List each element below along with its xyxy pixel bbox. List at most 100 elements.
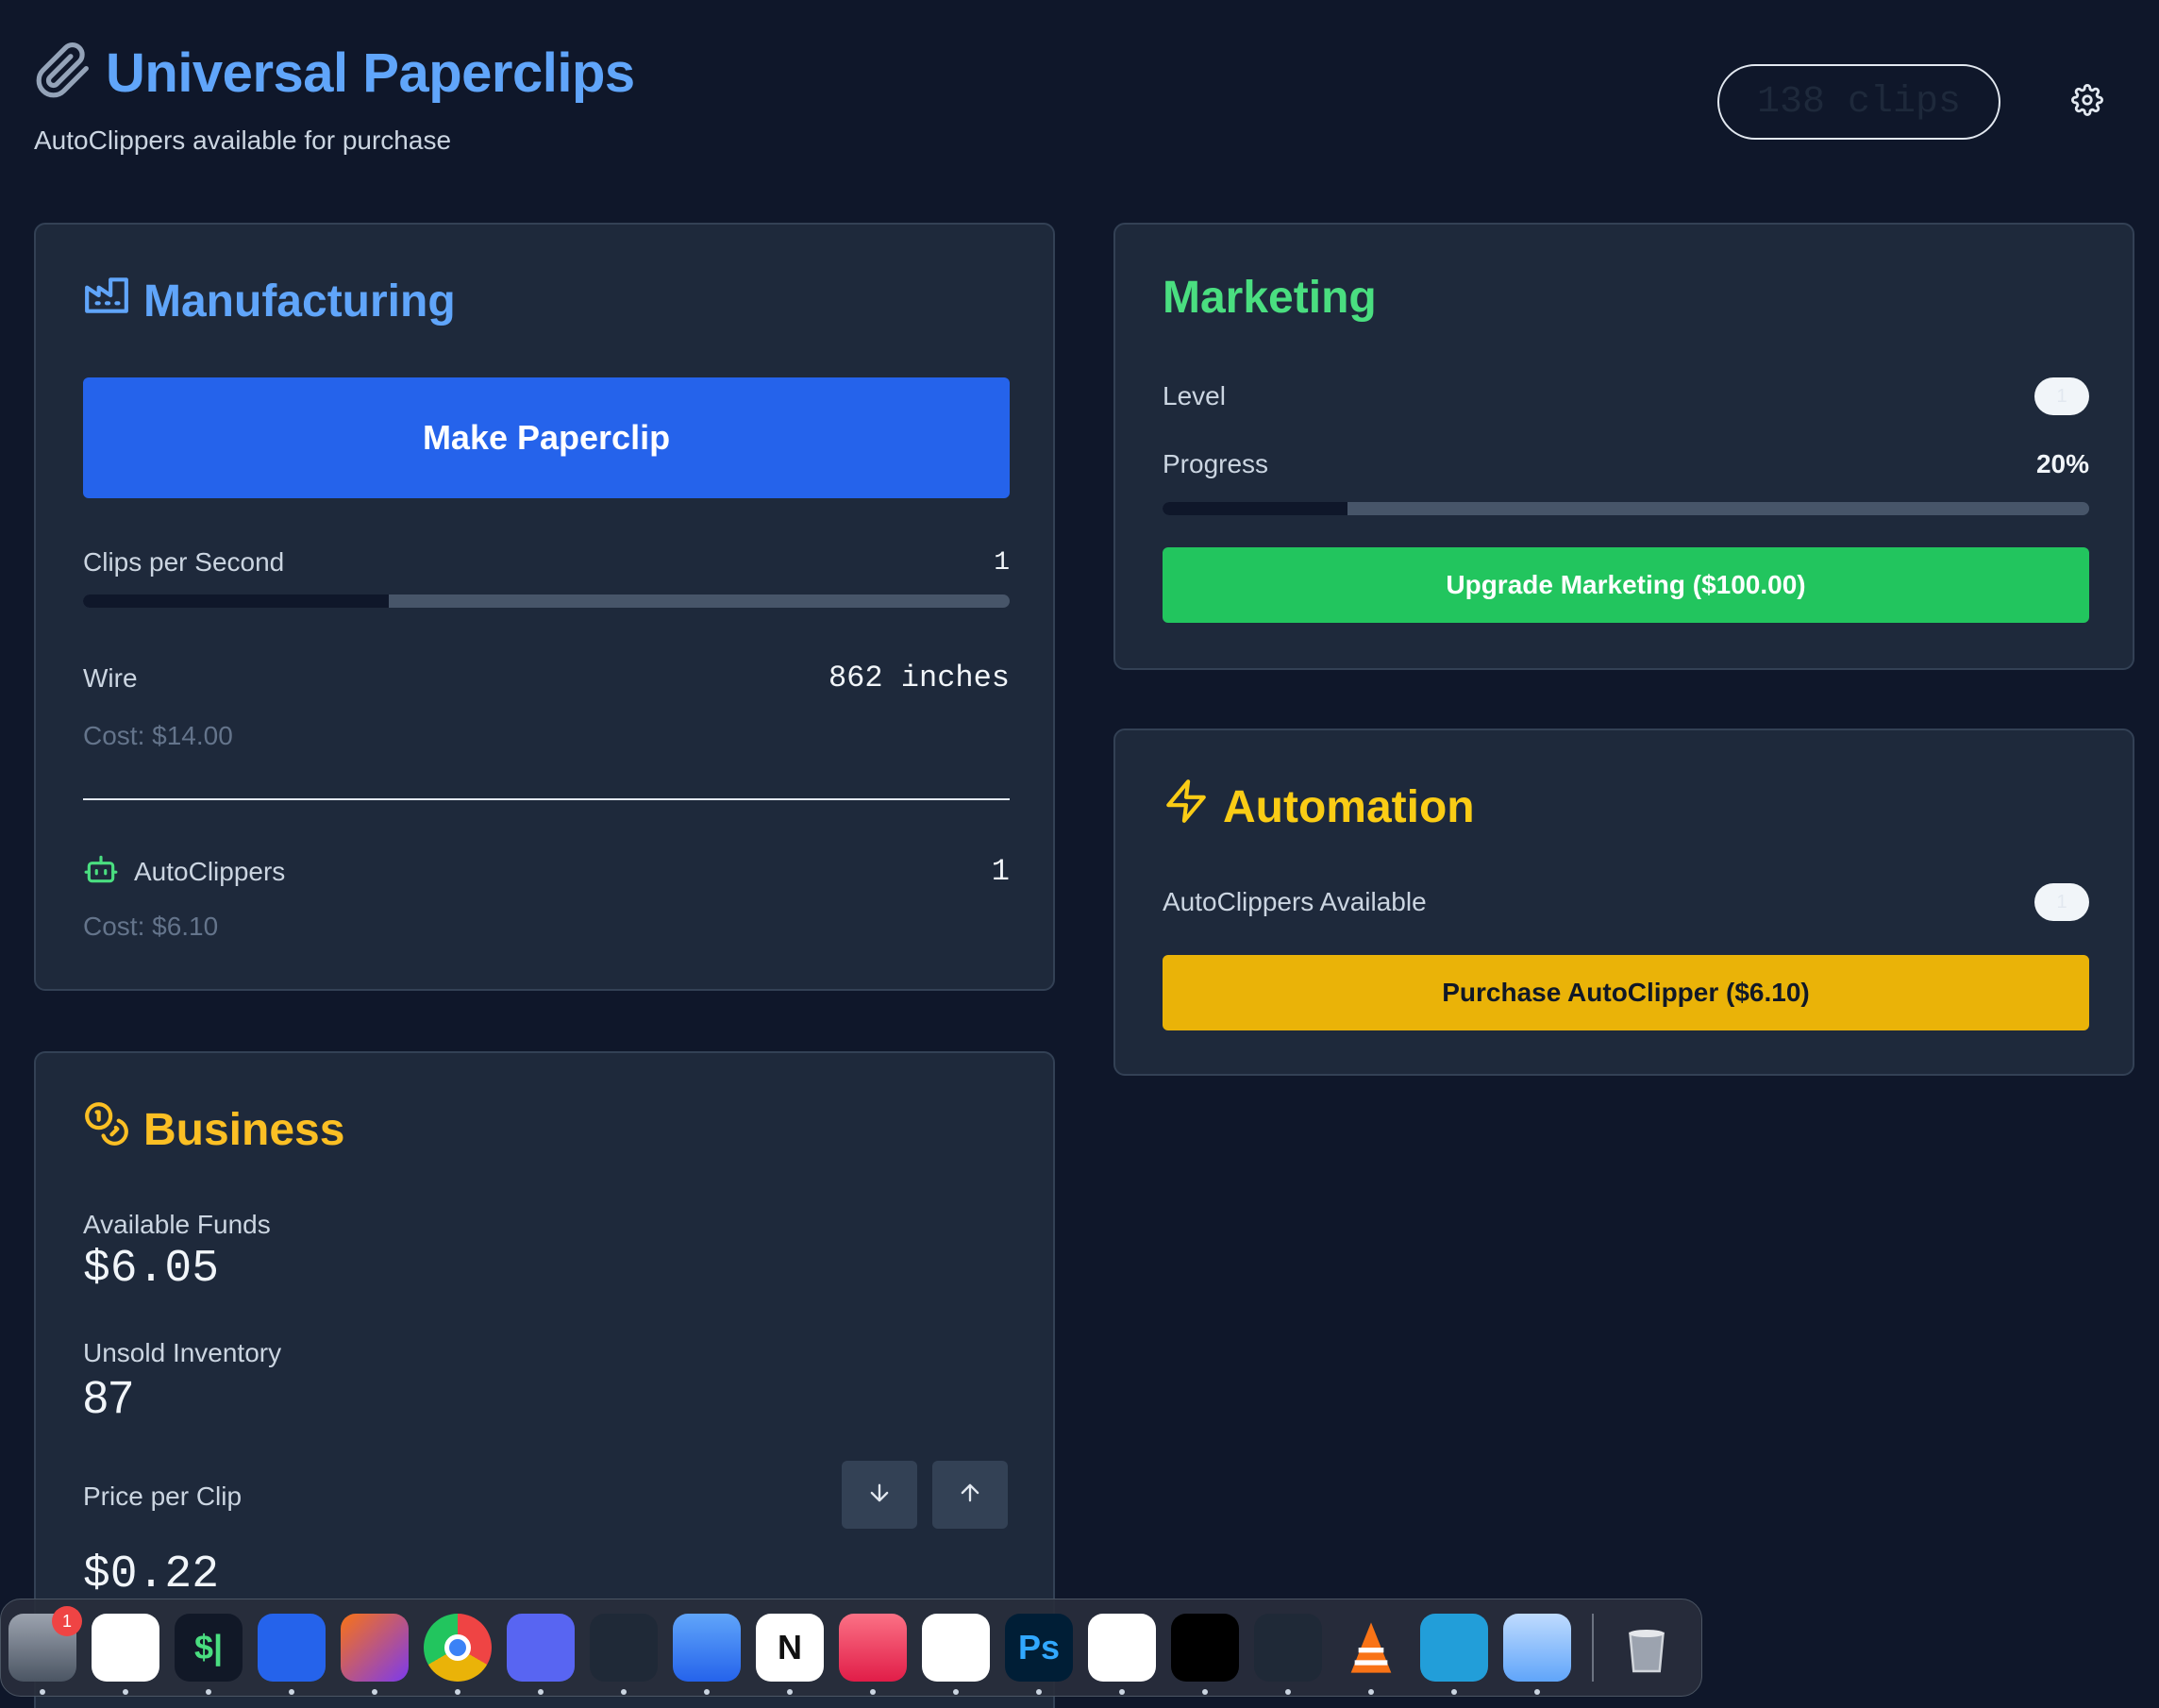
make-paperclip-button[interactable]: Make Paperclip (83, 377, 1010, 498)
price-controls (842, 1461, 1008, 1529)
robot-icon (83, 851, 119, 892)
notes-app-icon[interactable] (258, 1614, 326, 1695)
level-label: Level (1163, 381, 1226, 410)
price-per-clip-label: Price per Clip (83, 1482, 243, 1511)
wire-row: Wire 862 inches (83, 661, 1010, 695)
autoclippers-available-badge: 1 (2034, 883, 2089, 921)
running-indicator (206, 1689, 211, 1695)
dock: 1 $| N Ps (0, 1599, 1702, 1697)
vlc-icon[interactable] (1337, 1614, 1405, 1695)
dock-separator (1592, 1614, 1594, 1682)
running-indicator (123, 1689, 128, 1695)
running-indicator (870, 1689, 876, 1695)
clips-per-second-bar-fill (83, 594, 390, 608)
notification-badge: 1 (52, 1606, 82, 1636)
running-indicator (1368, 1689, 1374, 1695)
firefox-icon[interactable] (341, 1614, 409, 1695)
running-indicator (1534, 1689, 1540, 1695)
lower-price-button[interactable] (842, 1461, 917, 1529)
vscode-icon[interactable] (92, 1614, 159, 1695)
automation-title: Automation (1223, 781, 1475, 832)
coins-icon (83, 1100, 130, 1159)
clips-counter: 138 clips (1717, 64, 2000, 140)
chatgpt-icon[interactable] (1088, 1614, 1156, 1695)
arrow-up-icon (957, 1480, 983, 1511)
purchase-autoclipper-button[interactable]: Purchase AutoClipper ($6.10) (1163, 955, 2089, 1030)
terminal-icon-glyph: $| (193, 1628, 224, 1666)
autoclippers-label-group: AutoClippers (83, 851, 285, 892)
system-settings-icon[interactable]: 1 (8, 1606, 82, 1695)
activity-monitor-icon[interactable] (1254, 1614, 1322, 1695)
running-indicator (953, 1689, 959, 1695)
autoclippers-available-row: AutoClippers Available 1 (1163, 883, 2089, 921)
trash-icon[interactable] (1613, 1614, 1681, 1682)
progress-value: 20% (2035, 449, 2089, 478)
discord-icon[interactable] (507, 1614, 575, 1695)
gear-icon (2071, 83, 2103, 121)
running-indicator (1036, 1689, 1042, 1695)
running-indicator (704, 1689, 710, 1695)
wire-cost: Cost: $14.00 (83, 721, 233, 750)
settings-button[interactable] (2068, 83, 2106, 121)
notion-icon[interactable]: N (756, 1614, 824, 1695)
clips-per-second-bar (83, 594, 1010, 608)
level-badge: 1 (2034, 377, 2089, 415)
music-icon[interactable] (839, 1614, 907, 1695)
unsold-inventory-value: 87 (83, 1373, 134, 1423)
app-title: Universal Paperclips (106, 42, 635, 104)
clips-per-second-value: 1 (994, 547, 1010, 578)
autoclippers-cost: Cost: $6.10 (83, 912, 219, 941)
business-heading: Business (83, 1100, 344, 1159)
running-indicator (787, 1689, 793, 1695)
marketing-progress-fill (1163, 502, 1348, 515)
running-indicator (372, 1689, 377, 1695)
running-indicator (1202, 1689, 1208, 1695)
lightning-icon (1163, 778, 1210, 836)
photoshop-icon-glyph: Ps (1017, 1628, 1061, 1666)
telegram-icon[interactable] (1420, 1614, 1488, 1695)
business-title: Business (143, 1104, 345, 1155)
manufacturing-title: Manufacturing (143, 276, 456, 327)
raise-price-button[interactable] (932, 1461, 1008, 1529)
running-indicator (1285, 1689, 1291, 1695)
clips-per-second-label: Clips per Second (83, 547, 285, 577)
header: Universal Paperclips AutoClippers availa… (34, 42, 2125, 164)
obs-icon[interactable] (590, 1614, 658, 1695)
marketing-title: Marketing (1163, 273, 1377, 323)
app-window: Universal Paperclips AutoClippers availa… (0, 0, 2159, 1708)
progress-row: Progress 20% (1163, 449, 2089, 479)
running-indicator (455, 1689, 460, 1695)
wire-value: 862 inches (828, 661, 1010, 695)
available-funds-label: Available Funds (83, 1210, 271, 1239)
automation-heading: Automation (1163, 778, 1475, 836)
factory-icon (83, 272, 130, 330)
chrome-icon[interactable] (424, 1614, 492, 1695)
photoshop-icon[interactable]: Ps (1005, 1614, 1073, 1695)
clips-per-second-row: Clips per Second 1 (83, 547, 1010, 578)
marketing-card: Marketing Level 1 Progress 20% Upgrade M… (1113, 223, 2134, 670)
running-indicator (538, 1689, 544, 1695)
mail-icon[interactable] (673, 1614, 741, 1695)
notion-icon-glyph: N (778, 1628, 802, 1666)
preview-icon[interactable] (1503, 1614, 1571, 1695)
running-indicator (1119, 1689, 1125, 1695)
automation-card: Automation AutoClippers Available 1 Purc… (1113, 728, 2134, 1076)
terminal-icon[interactable]: $| (175, 1614, 243, 1695)
marketing-progress-bar (1163, 502, 2089, 515)
autoclippers-row: AutoClippers 1 (83, 851, 1010, 892)
autoclippers-label: AutoClippers (134, 856, 286, 886)
passwords-icon[interactable] (922, 1614, 990, 1695)
progress-label: Progress (1163, 449, 1269, 478)
manufacturing-heading: Manufacturing (83, 272, 456, 330)
available-funds-value: $6.05 (83, 1244, 220, 1295)
running-indicator (289, 1689, 294, 1695)
paperclip-icon (34, 42, 92, 105)
unsold-inventory-label: Unsold Inventory (83, 1338, 282, 1367)
upgrade-marketing-button[interactable]: Upgrade Marketing ($100.00) (1163, 547, 2089, 623)
box-app-icon[interactable] (1171, 1614, 1239, 1695)
arrow-down-icon (866, 1480, 893, 1511)
running-indicator (40, 1689, 45, 1695)
autoclippers-available-label: AutoClippers Available (1163, 887, 1427, 916)
wire-label: Wire (83, 662, 138, 693)
running-indicator (1451, 1689, 1457, 1695)
